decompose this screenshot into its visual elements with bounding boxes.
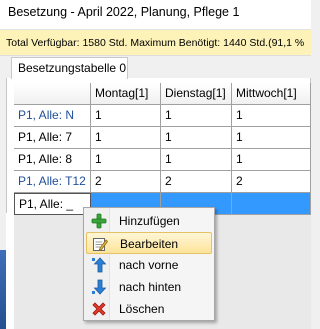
- grid-cell[interactable]: 1: [161, 105, 232, 127]
- row-header[interactable]: P1, Alle: 8: [14, 149, 91, 171]
- move-down-icon: [91, 279, 107, 295]
- grid-left-margin: [6, 213, 14, 329]
- menu-item-move-down[interactable]: nach hinten: [86, 276, 212, 298]
- tab-strip: Besetzungstabelle 0: [0, 56, 311, 79]
- grid-cell[interactable]: 1: [232, 127, 311, 149]
- grid-cell[interactable]: 1: [161, 149, 232, 171]
- menu-item-move-up[interactable]: nach vorne: [86, 254, 212, 276]
- edit-icon: [92, 236, 109, 252]
- window-title: Besetzung - April 2022, Planung, Pflege …: [8, 5, 240, 19]
- side-accent: [0, 250, 6, 329]
- schedule-grid: Montag[1] Dienstag[1] Mittwoch[1] P1, Al…: [14, 83, 311, 215]
- menu-item-delete[interactable]: Löschen: [86, 298, 212, 320]
- info-bar: Total Verfügbar: 1580 Std. Maximum Benöt…: [0, 30, 311, 56]
- tab-label: Besetzungstabelle 0: [18, 61, 127, 75]
- grid-cell[interactable]: 1: [91, 127, 161, 149]
- menu-item-label: nach hinten: [119, 280, 182, 294]
- menu-item-label: Hinzufügen: [119, 214, 180, 228]
- grid-cell[interactable]: 2: [161, 171, 232, 193]
- delete-icon: [91, 301, 107, 317]
- grid-cell[interactable]: 2: [232, 171, 311, 193]
- context-menu: Hinzufügen Bearbeiten nach vorne nach hi…: [83, 207, 215, 321]
- menu-item-label: Löschen: [119, 302, 165, 316]
- menu-item-add[interactable]: Hinzufügen: [86, 210, 212, 232]
- grid-cell[interactable]: 2: [91, 171, 161, 193]
- column-header-montag[interactable]: Montag[1]: [91, 83, 161, 105]
- row-header[interactable]: P1, Alle: N: [14, 105, 91, 127]
- menu-item-label: Bearbeiten: [120, 237, 179, 251]
- move-up-icon: [91, 257, 107, 273]
- grid-cell[interactable]: 1: [232, 105, 311, 127]
- menu-item-edit[interactable]: Bearbeiten: [86, 232, 212, 254]
- row-header-selected[interactable]: P1, Alle: _: [14, 193, 91, 215]
- grid-cell-selected[interactable]: [232, 193, 311, 215]
- column-header-dienstag[interactable]: Dienstag[1]: [161, 83, 232, 105]
- info-text: Total Verfügbar: 1580 Std. Maximum Benöt…: [6, 37, 305, 49]
- grid-corner: [14, 83, 91, 105]
- tab-besetzungstabelle[interactable]: Besetzungstabelle 0: [11, 57, 128, 79]
- row-header[interactable]: P1, Alle: 7: [14, 127, 91, 149]
- grid-cell[interactable]: 1: [91, 149, 161, 171]
- grid-cell[interactable]: 1: [161, 127, 232, 149]
- row-header[interactable]: P1, Alle: T12: [14, 171, 91, 193]
- plus-icon: [91, 213, 107, 229]
- menu-item-label: nach vorne: [119, 258, 179, 272]
- grid-cell[interactable]: 1: [232, 149, 311, 171]
- grid-cell[interactable]: 1: [91, 105, 161, 127]
- column-header-mittwoch[interactable]: Mittwoch[1]: [232, 83, 311, 105]
- window-titlebar: Besetzung - April 2022, Planung, Pflege …: [0, 0, 311, 30]
